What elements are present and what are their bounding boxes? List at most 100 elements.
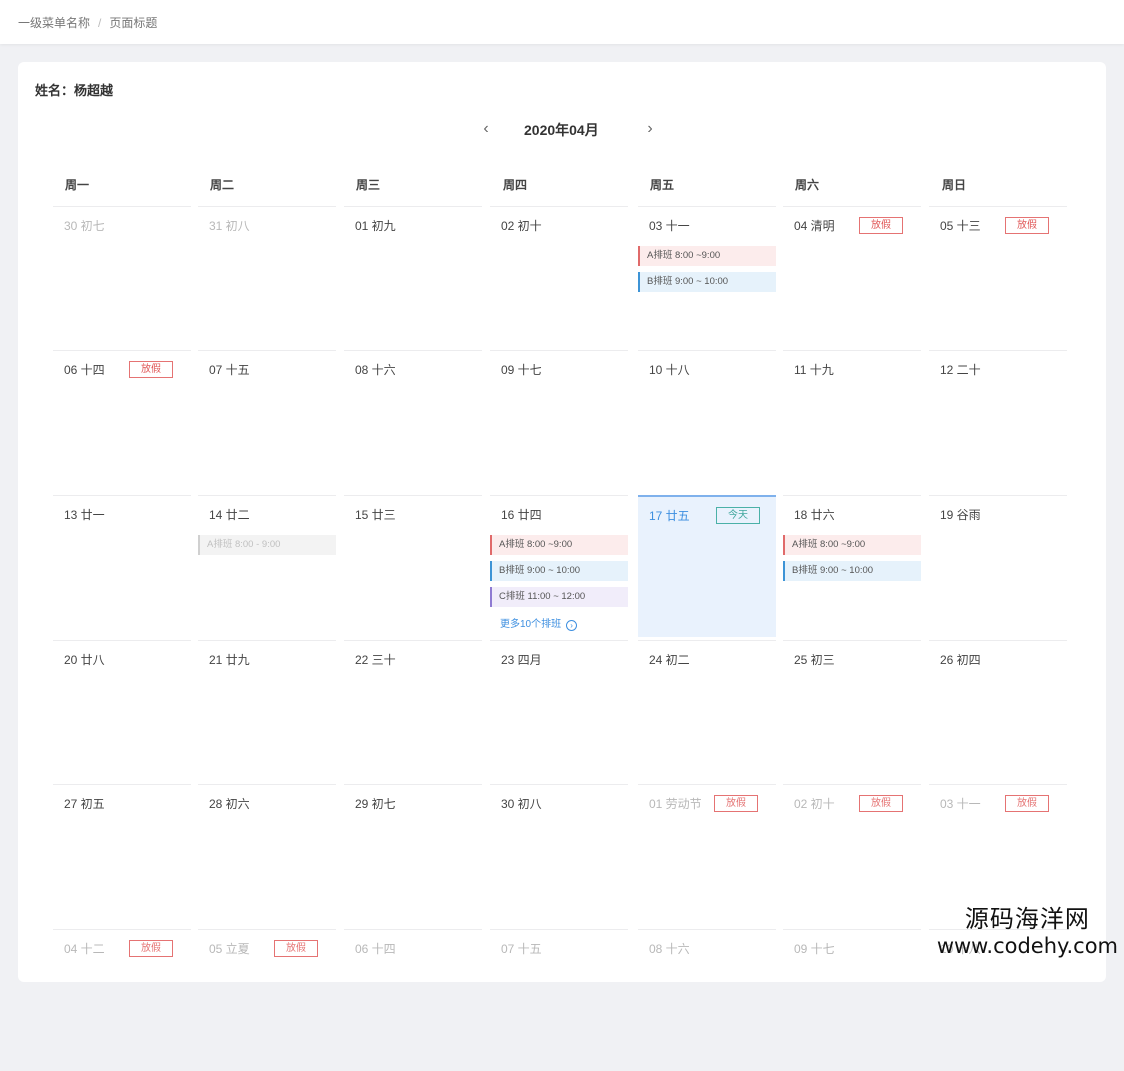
chevron-right-circle-icon: ›: [566, 620, 578, 631]
day-cell[interactable]: 16 廿四 A排班 8:00 ~9:00 B排班 9:00 ~ 10:00 C排班 1…: [490, 495, 628, 637]
day-label: 24 初二: [649, 653, 690, 667]
day-label: 11 十九: [794, 363, 834, 377]
day-label: 30 初八: [501, 797, 542, 811]
day-cell[interactable]: 28 初六: [198, 784, 336, 926]
day-cell[interactable]: 08 十六: [638, 929, 776, 1071]
day-cell[interactable]: 13 廿一: [53, 495, 191, 637]
shift-item-a[interactable]: A排班 8:00 ~9:00: [490, 535, 628, 555]
day-cell[interactable]: 26 初四: [929, 640, 1067, 782]
day-cell[interactable]: 09 十七: [490, 350, 628, 492]
holiday-badge: 放假: [129, 940, 173, 957]
day-label: 22 三十: [355, 653, 396, 667]
day-cell[interactable]: 12 二十: [929, 350, 1067, 492]
day-label: 17 廿五: [649, 509, 690, 523]
holiday-badge: 放假: [1005, 795, 1049, 812]
day-cell[interactable]: 20 廿八: [53, 640, 191, 782]
holiday-badge: 放假: [274, 940, 318, 957]
shift-item-a[interactable]: A排班 8:00 ~9:00: [638, 246, 776, 266]
day-cell[interactable]: 01 初九: [344, 206, 482, 348]
day-cell[interactable]: 09 十七: [783, 929, 921, 1071]
day-cell[interactable]: 01 劳动节 放假: [638, 784, 776, 926]
day-label: 25 初三: [794, 653, 835, 667]
day-cell[interactable]: 05 十三 放假: [929, 206, 1067, 348]
day-cell[interactable]: 31 初八: [198, 206, 336, 348]
day-cell[interactable]: 03 十一 A排班 8:00 ~9:00 B排班 9:00 ~ 10:00: [638, 206, 776, 348]
day-cell[interactable]: 06 十四 放假: [53, 350, 191, 492]
day-cell[interactable]: 25 初三: [783, 640, 921, 782]
day-cell[interactable]: 02 初十 放假: [783, 784, 921, 926]
day-cell[interactable]: 10 十八: [638, 350, 776, 492]
day-cell[interactable]: 30 初七: [53, 206, 191, 348]
breadcrumb-current: 页面标题: [109, 16, 158, 30]
day-label: 23 四月: [501, 653, 542, 667]
more-shifts-link[interactable]: 更多10个排班 ›: [500, 615, 578, 631]
day-cell[interactable]: 11 十九: [783, 350, 921, 492]
day-label: 08 十六: [649, 942, 690, 956]
day-cell[interactable]: 07 十五: [490, 929, 628, 1071]
prev-month-icon[interactable]: ‹: [478, 118, 494, 142]
day-cell[interactable]: 04 清明 放假: [783, 206, 921, 348]
day-label: 18 廿六: [794, 508, 835, 522]
day-label: 01 劳动节: [649, 797, 702, 811]
employee-name: 姓名：杨超越: [35, 83, 114, 98]
day-cell[interactable]: 19 谷雨: [929, 495, 1067, 637]
weekday-header: 周三: [356, 178, 381, 192]
day-cell[interactable]: 30 初八: [490, 784, 628, 926]
next-month-icon[interactable]: ›: [642, 118, 658, 142]
day-label: 16 廿四: [501, 508, 542, 522]
schedule-card: 姓名：杨超越 ‹ 2020年04月 › 周一 周二 周三 周四 周五 周六 周日 30 初七 3…: [18, 62, 1106, 982]
day-cell[interactable]: 24 初二: [638, 640, 776, 782]
day-label: 09 十七: [501, 363, 542, 377]
day-label: 10 十八: [649, 363, 690, 377]
day-cell[interactable]: 18 廿六 A排班 8:00 ~9:00 B排班 9:00 ~ 10:00: [783, 495, 921, 637]
weekday-header: 周四: [503, 178, 528, 192]
day-cell[interactable]: 27 初五: [53, 784, 191, 926]
day-label: 14 廿二: [209, 508, 250, 522]
day-label: 27 初五: [64, 797, 105, 811]
day-cell[interactable]: 08 十六: [344, 350, 482, 492]
holiday-badge: 放假: [859, 217, 903, 234]
day-cell[interactable]: 06 十四: [344, 929, 482, 1071]
day-label: 12 二十: [940, 363, 981, 377]
day-cell-today[interactable]: 17 廿五 今天: [638, 495, 776, 637]
day-label: 19 谷雨: [940, 508, 981, 522]
day-label: 29 初七: [355, 797, 396, 811]
weekday-header: 周六: [795, 178, 820, 192]
day-label: 13 廿一: [64, 508, 105, 522]
top-bar: 一级菜单名称 / 页面标题: [0, 0, 1124, 44]
day-cell[interactable]: 21 廿九: [198, 640, 336, 782]
shift-item-grey[interactable]: A排班 8:00 - 9:00: [198, 535, 336, 555]
day-label: 03 十一: [940, 797, 981, 811]
day-cell[interactable]: 22 三十: [344, 640, 482, 782]
holiday-badge: 放假: [714, 795, 758, 812]
breadcrumb-level1[interactable]: 一级菜单名称: [18, 16, 90, 30]
shift-item-a[interactable]: A排班 8:00 ~9:00: [783, 535, 921, 555]
weekday-header: 周一: [65, 178, 90, 192]
day-cell[interactable]: 02 初十: [490, 206, 628, 348]
day-label: 09 十七: [794, 942, 835, 956]
day-label: 05 十三: [940, 219, 981, 233]
day-cell[interactable]: 07 十五: [198, 350, 336, 492]
day-cell[interactable]: 15 廿三: [344, 495, 482, 637]
day-cell[interactable]: 29 初七: [344, 784, 482, 926]
shift-item-c[interactable]: C排班 11:00 ~ 12:00: [490, 587, 628, 607]
day-cell[interactable]: 14 廿二 A排班 8:00 - 9:00: [198, 495, 336, 637]
day-label: 07 十五: [209, 363, 250, 377]
day-label: 05 立夏: [209, 942, 250, 956]
shift-item-b[interactable]: B排班 9:00 ~ 10:00: [638, 272, 776, 292]
day-label: 04 清明: [794, 219, 835, 233]
day-label: 03 十一: [649, 219, 690, 233]
day-cell[interactable]: 05 立夏 放假: [198, 929, 336, 1071]
day-label: 28 初六: [209, 797, 250, 811]
day-label: 20 廿八: [64, 653, 105, 667]
shift-item-b[interactable]: B排班 9:00 ~ 10:00: [783, 561, 921, 581]
day-label: 15 廿三: [355, 508, 396, 522]
day-label: 06 十四: [64, 363, 105, 377]
watermark-line2: www.codehy.com: [936, 934, 1118, 958]
shift-item-b[interactable]: B排班 9:00 ~ 10:00: [490, 561, 628, 581]
holiday-badge: 放假: [129, 361, 173, 378]
month-navigator: ‹ 2020年04月 ›: [478, 118, 678, 142]
day-cell[interactable]: 23 四月: [490, 640, 628, 782]
breadcrumb: 一级菜单名称 / 页面标题: [18, 14, 157, 31]
day-cell[interactable]: 04 十二 放假: [53, 929, 191, 1071]
